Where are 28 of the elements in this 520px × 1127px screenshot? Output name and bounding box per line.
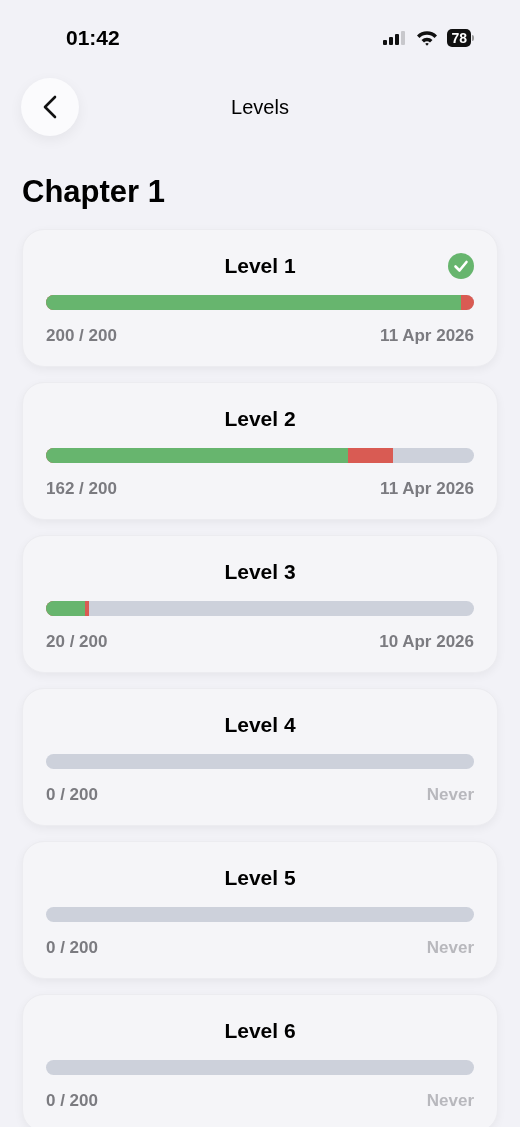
date-text: 11 Apr 2026	[380, 479, 474, 499]
date-text: 11 Apr 2026	[380, 326, 474, 346]
date-text: Never	[426, 785, 474, 805]
signal-icon	[383, 31, 408, 45]
level-title: Level 2	[224, 407, 296, 431]
score-text: 0 / 200	[46, 785, 98, 805]
status-time: 01:42	[66, 26, 120, 50]
screen-title: Levels	[231, 95, 289, 119]
level-title: Level 3	[224, 560, 296, 584]
level-card[interactable]: Level 2 162 / 200 11 Apr 2026	[22, 382, 498, 520]
score-text: 20 / 200	[46, 632, 108, 652]
date-text: Never	[426, 938, 474, 958]
score-text: 0 / 200	[46, 938, 98, 958]
score-text: 200 / 200	[46, 326, 117, 346]
chapter-title: Chapter 1	[22, 173, 166, 211]
battery-icon: 78	[447, 29, 474, 47]
score-text: 162 / 200	[46, 479, 117, 499]
level-title: Level 6	[224, 1019, 296, 1043]
level-card[interactable]: Level 3 20 / 200 10 Apr 2026	[22, 535, 498, 673]
level-title: Level 4	[224, 713, 296, 737]
date-text: Never	[426, 1091, 474, 1111]
level-card[interactable]: Level 1 200 / 200 11 Apr 2026	[22, 229, 498, 367]
level-title: Level 5	[224, 866, 296, 890]
score-text: 0 / 200	[46, 1091, 98, 1111]
date-text: 10 Apr 2026	[379, 632, 474, 652]
chevron-left-icon	[43, 95, 57, 119]
wifi-icon	[416, 30, 439, 46]
level-title: Level 1	[224, 254, 296, 278]
